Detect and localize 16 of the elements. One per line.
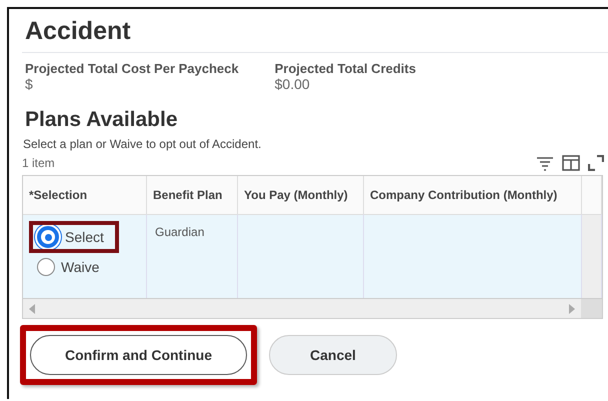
section-heading: Plans Available	[25, 108, 179, 132]
radio-option[interactable]: Select	[31, 223, 117, 251]
item-count: 1 item	[22, 156, 55, 170]
summary-label: Projected Total Credits	[274, 61, 416, 76]
confirm-button[interactable]: Confirm and Continue	[30, 335, 247, 375]
expand-icon[interactable]	[588, 155, 604, 171]
summary-value: $	[25, 76, 34, 92]
instruction-text: Select a plan or Waive to opt out of Accident.	[23, 137, 262, 151]
radio-option[interactable]: Waive	[31, 255, 117, 279]
summary-label: Projected Total Cost Per Paycheck	[25, 61, 239, 76]
scrollbar-corner	[581, 299, 602, 318]
summary-value: $0.00	[274, 76, 311, 92]
columns-icon[interactable]	[562, 155, 580, 171]
cancel-button[interactable]: Cancel	[269, 335, 397, 375]
filter-icon[interactable]	[536, 155, 554, 171]
page-title: Accident	[22, 9, 608, 53]
